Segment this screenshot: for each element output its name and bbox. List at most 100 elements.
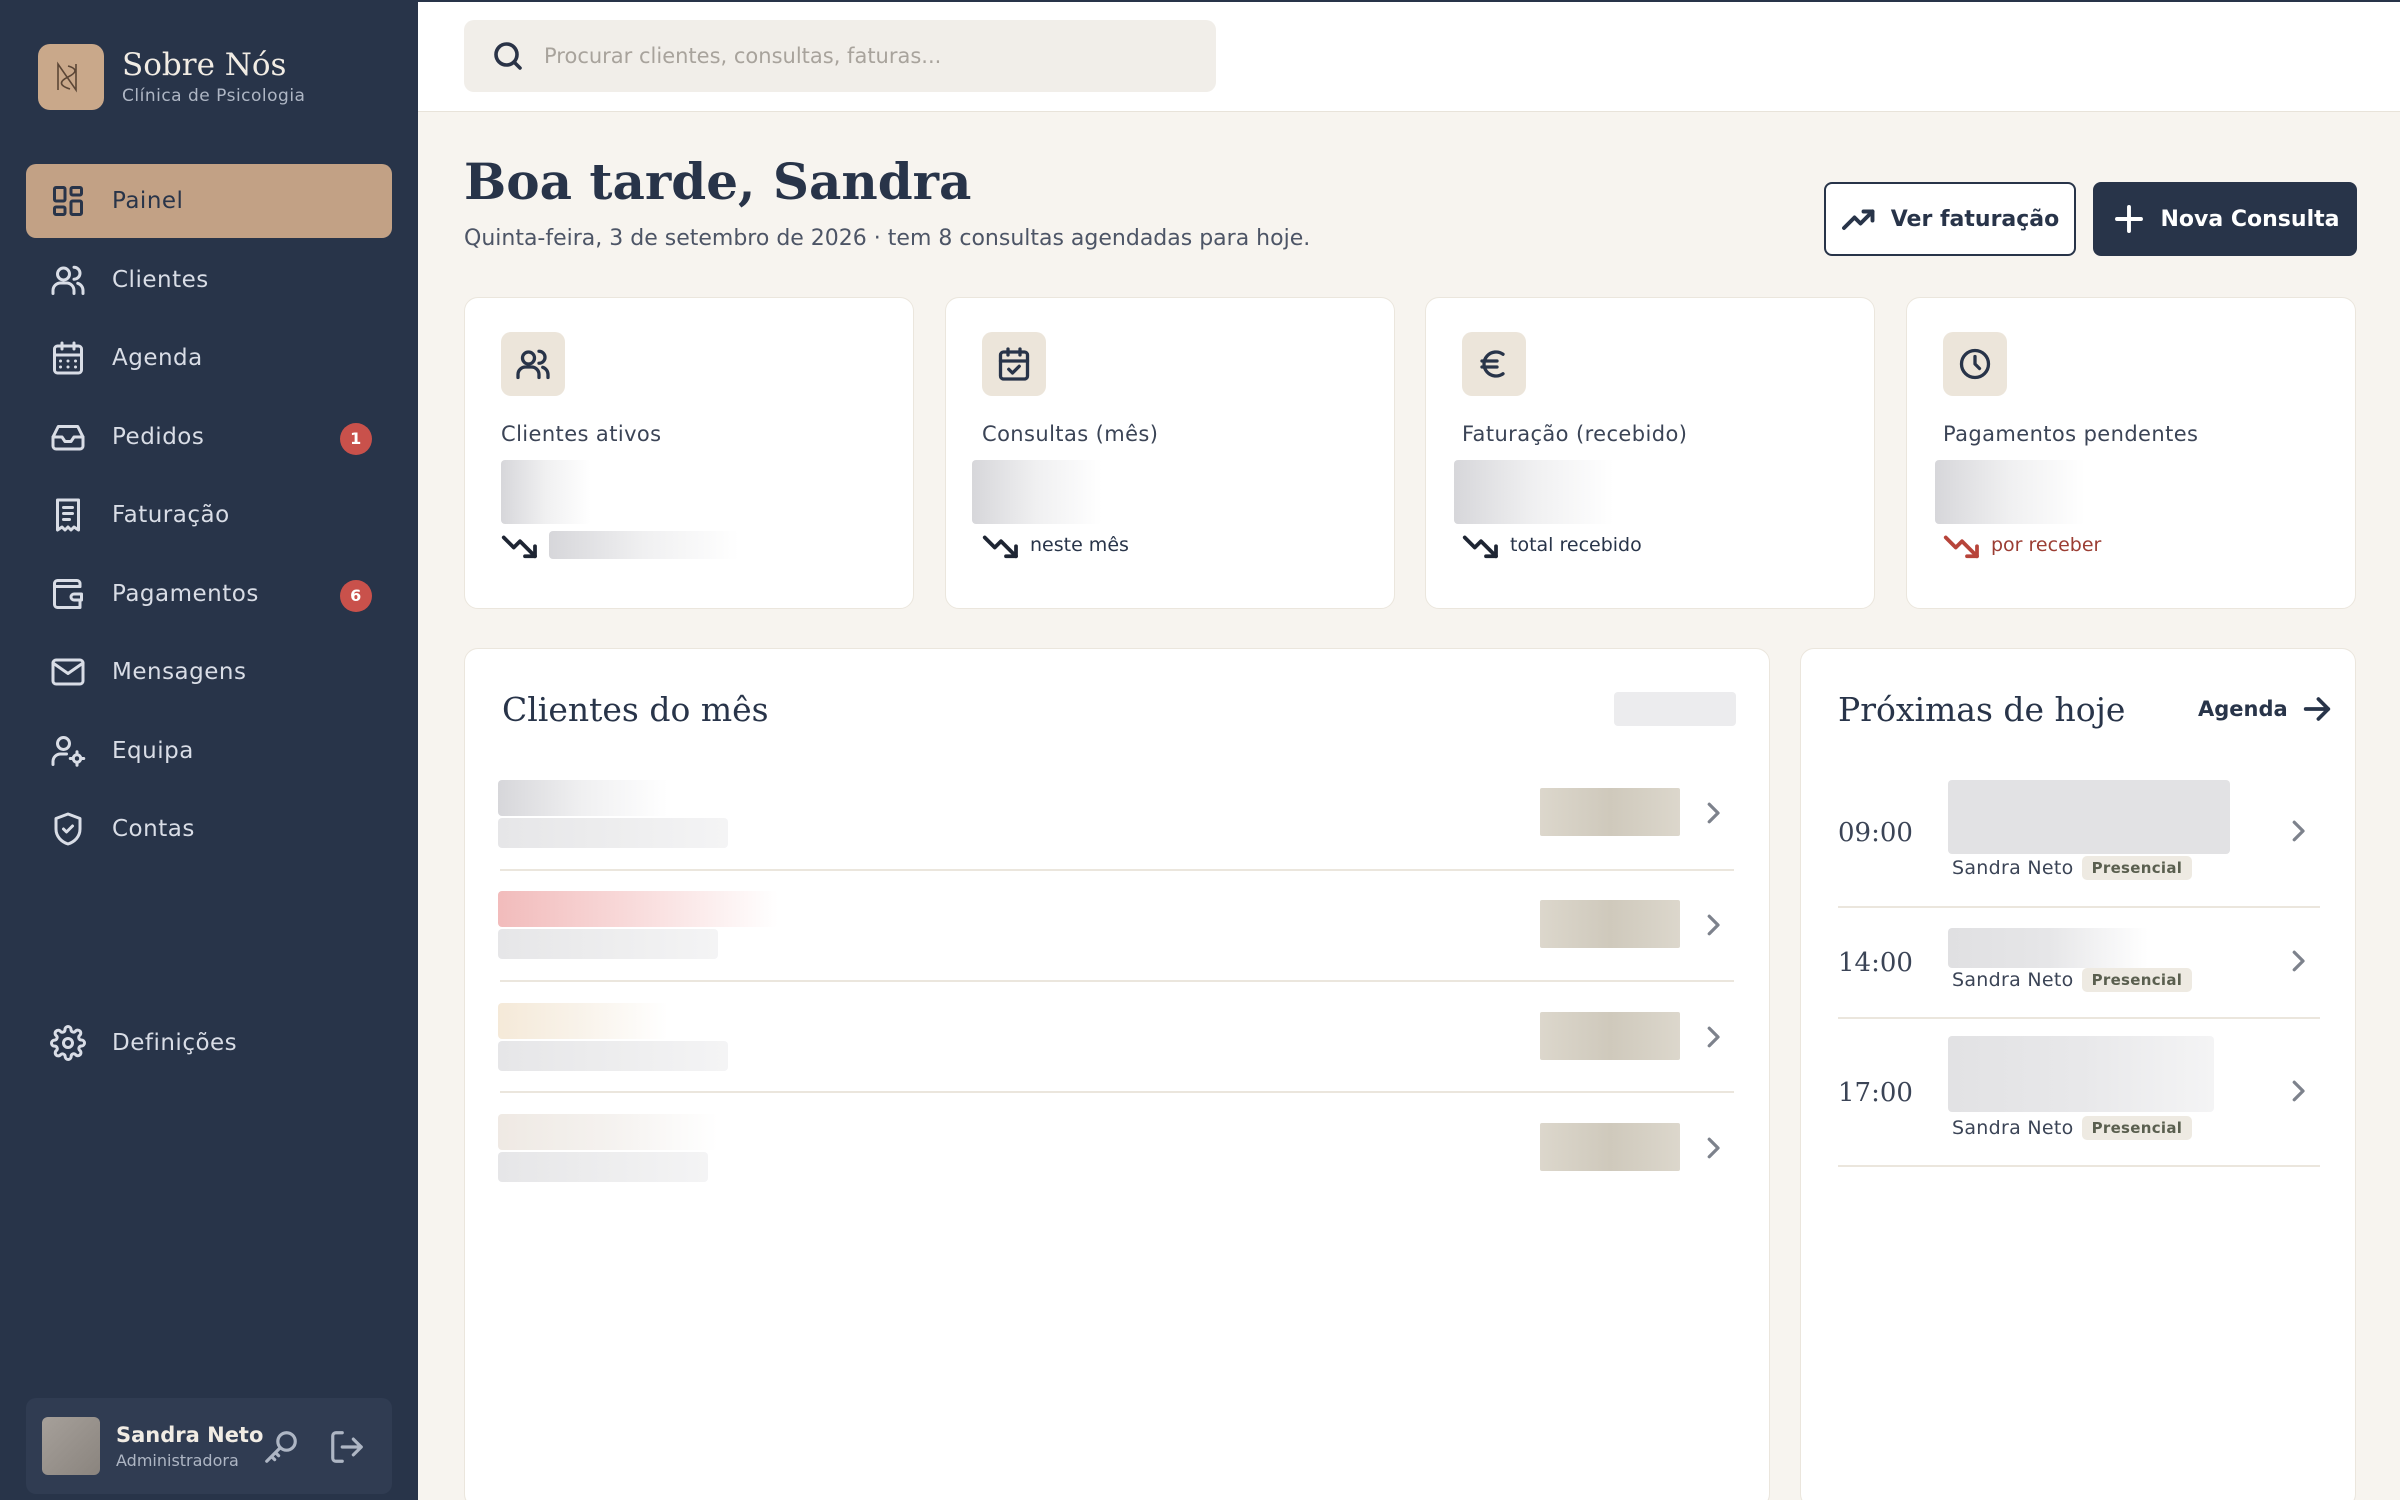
upcoming-panel-title: Próximas de hoje [1838,690,2126,729]
user-card: Sandra Neto Administradora [26,1398,392,1494]
user-role: Administradora [116,1450,239,1470]
row-divider [500,1091,1734,1093]
row-divider [1838,1017,2320,1019]
client-name-redacted [498,891,778,927]
appointment-time: 09:00 [1838,818,1913,848]
receipt-icon [48,495,88,535]
page-subtitle: Quinta-feira, 3 de setembro de 2026 · te… [464,226,1311,251]
appointment-title-redacted [1948,1036,2214,1112]
chevron-right-icon[interactable] [1698,798,1728,828]
new-appointment-button[interactable]: Nova Consulta [2093,182,2357,256]
sidebar-item-clientes[interactable]: Clientes [26,243,392,317]
sidebar-item-label: Definições [112,1030,238,1056]
view-billing-label: Ver faturação [1890,206,2060,232]
chevron-right-icon[interactable] [2283,1076,2313,1106]
stat-card-active-clients[interactable]: Clientes ativos [464,297,914,609]
client-value-redacted [1540,1012,1680,1060]
panel-filter-redacted[interactable] [1614,692,1736,726]
notification-badge: 1 [340,422,372,455]
client-detail-redacted [498,818,728,848]
appointment-who: Sandra Neto Presencial [1952,1116,2193,1140]
trending-up-icon [1841,209,1875,230]
sidebar-item-agenda[interactable]: Agenda [26,321,392,395]
trending-down-icon [982,535,1018,559]
wallet-icon [48,574,88,614]
sidebar-item-definicoes[interactable]: Definições [26,1006,392,1080]
appointment-type-badge: Presencial [2081,968,2193,992]
stat-label: Pagamentos pendentes [1943,422,2199,446]
stat-trend-text: total recebido [1510,534,1642,556]
stat-card-pending-payments[interactable]: Pagamentos pendentes por receber [1906,297,2356,609]
stat-label: Clientes ativos [501,422,662,446]
appointment-time: 14:00 [1838,948,1913,978]
sidebar-nav: Painel Clientes Agenda Pedidos 1 Faturaç… [26,164,392,871]
stat-card-revenue[interactable]: Faturação (recebido) total recebido [1425,297,1875,609]
chevron-right-icon[interactable] [1698,1133,1728,1163]
stat-value-redacted [1935,460,2085,524]
stat-label: Faturação (recebido) [1462,422,1688,446]
clock-icon [1943,332,2007,396]
search-box[interactable] [464,20,1216,92]
shield-check-icon [48,809,88,849]
sidebar-item-pedidos[interactable]: Pedidos 1 [26,400,392,474]
chevron-right-icon[interactable] [1698,910,1728,940]
brand-subtitle: Clínica de Psicologia [122,86,306,107]
stat-trend-text: neste mês [1030,534,1129,556]
client-value-redacted [1540,900,1680,948]
row-divider [1838,1165,2320,1167]
sidebar-item-painel[interactable]: Painel [26,164,392,238]
sidebar-item-label: Faturação [112,502,230,528]
sidebar-item-label: Mensagens [112,659,247,685]
key-icon[interactable] [262,1428,302,1468]
users-icon [501,332,565,396]
sidebar-item-label: Equipa [112,737,194,764]
stat-value-redacted [972,460,1102,524]
logout-icon[interactable] [328,1428,368,1468]
sidebar-item-label: Contas [112,816,195,842]
appointment-person: Sandra Neto [1952,857,2074,879]
sidebar-item-mensagens[interactable]: Mensagens [26,635,392,709]
stat-trend [501,530,739,560]
appointment-who: Sandra Neto Presencial [1952,856,2193,880]
client-value-redacted [1540,788,1680,836]
clients-panel-title: Clientes do mês [502,690,769,729]
chevron-right-icon[interactable] [2283,946,2313,976]
agenda-link[interactable]: Agenda [2198,692,2334,726]
sidebar-item-label: Painel [112,188,184,214]
appointment-title-redacted [1948,780,2230,854]
logo-icon [38,44,104,110]
appointment-title-redacted [1948,928,2148,968]
row-divider [1838,906,2320,908]
sidebar-item-equipa[interactable]: Equipa [26,714,392,788]
search-icon [494,42,522,70]
search-input[interactable] [544,44,1164,68]
sidebar-item-pagamentos[interactable]: Pagamentos 6 [26,557,392,631]
sidebar: Sobre Nós Clínica de Psicologia Painel C… [0,0,418,1500]
client-name-redacted [498,780,668,816]
chevron-right-icon[interactable] [1698,1022,1728,1052]
avatar[interactable] [42,1417,100,1475]
client-detail-redacted [498,1041,728,1071]
sidebar-settings: Definições [26,1006,392,1085]
plus-icon [2114,205,2143,233]
brand[interactable]: Sobre Nós Clínica de Psicologia [38,44,305,110]
new-appointment-label: Nova Consulta [2160,206,2340,232]
appointment-person: Sandra Neto [1952,1117,2074,1139]
calendar-check-icon [982,332,1046,396]
sidebar-item-label: Pagamentos [112,580,259,607]
topbar [418,0,2400,112]
appointment-type-badge: Presencial [2081,856,2193,880]
trending-down-icon [1943,535,1979,559]
user-cog-icon [48,731,88,771]
sidebar-item-faturacao[interactable]: Faturação [26,478,392,552]
view-billing-button[interactable]: Ver faturação [1824,182,2076,256]
sidebar-item-contas[interactable]: Contas [26,792,392,866]
users-icon [48,260,88,300]
stat-card-appointments[interactable]: Consultas (mês) neste mês [945,297,1395,609]
chevron-right-icon[interactable] [2283,816,2313,846]
appointment-person: Sandra Neto [1952,969,2074,991]
inbox-icon [48,417,88,457]
row-divider [500,980,1734,982]
client-detail-redacted [498,929,718,959]
calendar-icon [48,338,88,378]
